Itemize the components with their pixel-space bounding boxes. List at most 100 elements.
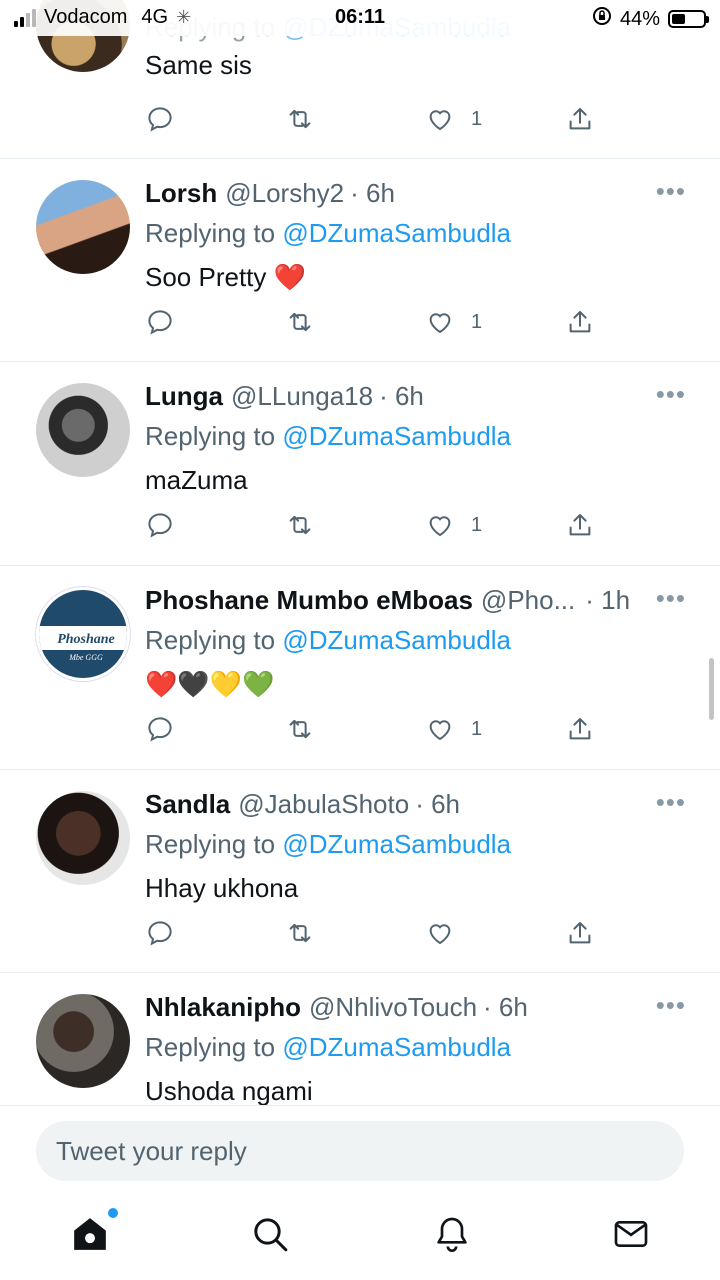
notifications-icon — [437, 1217, 467, 1252]
heart-icon — [429, 924, 451, 945]
reply-button[interactable] — [145, 510, 175, 540]
tweet-header: Phoshane Mumbo eMboas @Pho... · 1h — [145, 583, 684, 617]
tweet-header: Lorsh @Lorshy2 · 6h — [145, 176, 684, 210]
reply-icon — [148, 107, 172, 132]
share-button[interactable] — [565, 307, 595, 337]
tweet-actions: 1 — [145, 714, 605, 750]
reply-icon — [148, 310, 172, 335]
like-button[interactable] — [425, 918, 471, 948]
avatar[interactable] — [36, 180, 130, 274]
messages-icon — [614, 1221, 648, 1247]
tab-home[interactable] — [70, 1208, 118, 1258]
display-name[interactable]: Lorsh — [145, 176, 217, 210]
replying-to-line: Replying to @DZumaSambudla — [145, 1032, 512, 1062]
avatar[interactable]: Phoshane Mbe GGG — [36, 587, 130, 681]
user-handle[interactable]: @Pho... — [481, 583, 575, 617]
share-icon — [569, 922, 591, 944]
status-right: 44% — [592, 6, 709, 32]
reply-mention-link[interactable]: @DZumaSambudla — [282, 218, 511, 248]
tweet-text: maZuma — [145, 465, 248, 495]
more-options-icon[interactable]: ••• — [656, 381, 686, 407]
svg-text:Mbe GGG: Mbe GGG — [68, 653, 103, 662]
tweet-reply[interactable]: Lorsh @Lorshy2 · 6h Replying to @DZumaSa… — [0, 159, 720, 362]
display-name[interactable]: Lunga — [145, 379, 223, 413]
like-button[interactable]: 1 — [425, 714, 482, 744]
tab-notifications[interactable] — [432, 1214, 476, 1258]
retweet-button[interactable] — [285, 104, 315, 134]
reply-mention-link[interactable]: @DZumaSambudla — [282, 1032, 511, 1062]
share-button[interactable] — [565, 918, 595, 948]
share-icon — [569, 514, 591, 536]
tweet-actions: 1 — [145, 510, 605, 546]
like-button[interactable]: 1 — [425, 510, 482, 540]
share-button[interactable] — [565, 510, 595, 540]
share-button[interactable] — [565, 104, 595, 134]
retweet-icon — [289, 515, 311, 535]
retweet-icon — [289, 109, 311, 129]
status-bar: Vodacom 4G ✳ 06:11 44% — [0, 0, 720, 36]
share-icon — [569, 311, 591, 333]
like-count: 1 — [471, 310, 483, 333]
avatar[interactable] — [36, 791, 130, 885]
svg-text:Phoshane: Phoshane — [57, 632, 115, 647]
tweet-reply[interactable]: Phoshane Mbe GGG Phoshane Mumbo eMboas @… — [0, 566, 720, 770]
like-button[interactable]: 1 — [425, 307, 482, 337]
reply-icon — [148, 717, 172, 742]
user-handle[interactable]: @LLunga18 — [231, 379, 373, 413]
replying-to-line: Replying to @DZumaSambudla — [145, 421, 512, 451]
retweet-button[interactable] — [285, 307, 315, 337]
tab-messages[interactable] — [611, 1214, 655, 1258]
heart-icon — [429, 110, 451, 131]
share-button[interactable] — [565, 714, 595, 744]
retweet-icon — [289, 312, 311, 332]
retweet-icon — [289, 923, 311, 943]
heart-icon — [429, 516, 451, 537]
reply-button[interactable] — [145, 104, 175, 134]
retweet-icon — [289, 719, 311, 739]
reply-button[interactable] — [145, 714, 175, 744]
like-button[interactable]: 1 — [425, 104, 482, 134]
share-icon — [569, 108, 591, 130]
tweet-reply[interactable]: Sandla @JabulaShoto · 6h Replying to @DZ… — [0, 770, 720, 973]
tweet-header: Nhlakanipho @NhlivoTouch · 6h — [145, 990, 684, 1024]
user-handle[interactable]: @JabulaShoto — [238, 787, 409, 821]
reply-mention-link[interactable]: @DZumaSambudla — [282, 421, 511, 451]
more-options-icon[interactable]: ••• — [656, 178, 686, 204]
scrollbar[interactable] — [709, 658, 714, 720]
tweet-text: Hhay ukhona — [145, 873, 299, 903]
avatar[interactable] — [36, 383, 130, 477]
reply-icon — [148, 921, 172, 946]
tab-search[interactable] — [250, 1214, 294, 1258]
retweet-button[interactable] — [285, 918, 315, 948]
tweet-time: · 6h — [483, 992, 528, 1022]
reply-button[interactable] — [145, 918, 175, 948]
heart-icon — [429, 313, 451, 334]
display-name[interactable]: Sandla — [145, 787, 230, 821]
tweet-time: · 6h — [415, 789, 461, 819]
tweet-reply-input[interactable]: Tweet your reply — [36, 1121, 684, 1181]
reply-mention-link[interactable]: @DZumaSambudla — [282, 829, 511, 859]
reply-button[interactable] — [145, 307, 175, 337]
home-icon — [74, 1218, 106, 1250]
display-name[interactable]: Phoshane Mumbo eMboas — [145, 583, 473, 617]
user-handle[interactable]: @Lorshy2 — [225, 176, 344, 210]
phoshane-logo: Phoshane Mbe GGG — [39, 626, 127, 662]
replying-to-line: Replying to @DZumaSambudla — [145, 625, 512, 655]
reply-mention-link[interactable]: @DZumaSambudla — [282, 625, 511, 655]
avatar[interactable] — [36, 994, 130, 1088]
reply-composer: Tweet your reply — [0, 1105, 720, 1280]
retweet-button[interactable] — [285, 714, 315, 744]
more-options-icon[interactable]: ••• — [656, 585, 686, 611]
tweet-text: Soo Pretty ❤️ — [145, 262, 306, 292]
more-options-icon[interactable]: ••• — [656, 992, 686, 1018]
user-handle[interactable]: @NhlivoTouch — [309, 990, 477, 1024]
more-options-icon[interactable]: ••• — [656, 789, 686, 815]
retweet-button[interactable] — [285, 510, 315, 540]
rotation-lock-icon — [592, 6, 612, 32]
display-name[interactable]: Nhlakanipho — [145, 990, 301, 1024]
tweet-actions: 1 — [145, 104, 605, 140]
tweet-reply[interactable]: Nhlakanipho @NhlivoTouch · 6h Replying t… — [0, 973, 720, 1105]
tweet-reply[interactable]: Lunga @LLunga18 · 6h Replying to @DZumaS… — [0, 362, 720, 566]
replies-feed[interactable]: Replying to @DZumaSambudla Same sis 1 — [0, 0, 720, 1105]
search-icon — [254, 1218, 288, 1252]
